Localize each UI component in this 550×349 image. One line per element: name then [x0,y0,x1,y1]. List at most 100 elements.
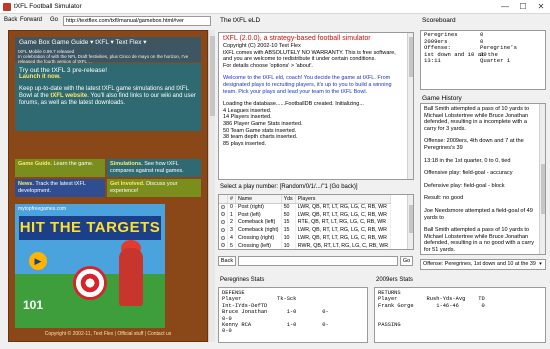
stats-line: PASSING [378,322,401,329]
radio-button[interactable] [221,227,225,232]
peregrines-stats[interactable]: DEFENSE Player Tk-Sck Int-IYds-DefTD Bruce … [218,287,368,343]
back-play-button[interactable]: Back [218,256,236,266]
go-play-button[interactable]: Go [400,256,413,266]
app-icon [3,3,11,11]
game-history[interactable]: Ball Smith attempted a pass of 10 yards … [420,103,546,255]
play-players: LWR, QB, RT, LT, RG, LG, C, RB, WR [295,210,392,219]
url-field[interactable]: http://textflex.com/txfl/manual/gamebox.… [63,16,211,26]
play-name: Comeback (right) [235,226,282,235]
ad-banner[interactable]: mytopfreegames.com HIT THE TARGETS ▶ 101 [15,204,165,328]
play-number: 5 [227,241,236,249]
history-scrollbar-thumb[interactable] [541,164,545,214]
txfl-scrollbar[interactable] [407,33,413,179]
ers-stats[interactable]: RETURNS Player Rush-Yds-Avg TD Frank Gorge… [374,287,546,343]
radio-button[interactable] [221,212,225,217]
radio-button[interactable] [221,235,225,240]
target-icon [73,266,107,300]
play-select-label: Select a play number: [Random/0/1/.../"1… [220,184,358,190]
forward-button[interactable]: Forward [20,17,42,23]
play-row[interactable]: 4 Crossing (right) 10 LWR, QB, RT, LT, RG, … [219,234,392,242]
web-scrollbar[interactable] [208,30,215,342]
col-header: Name [235,195,282,204]
go-button[interactable]: Go [50,17,58,23]
log-line: 14 Players inserted. [223,114,272,121]
play-number: 2 [227,218,236,227]
play-yards: 15 [281,226,296,235]
radio-button[interactable] [221,243,225,248]
stats-dropdown[interactable]: Offense: Peregrines, 1st down and 10 at … [420,259,546,270]
play-radio-cell[interactable] [219,218,228,227]
txfl-output-text: tXFL (2.0.0), a strategy-based football … [223,35,403,147]
log-line: 50 Team Game stats inserted. [223,127,297,134]
history-entry: Offense: 2009ers, 4th down and 7 at the … [424,138,524,151]
txfl-warranty: tXFL comes with ABSOLUTELY NO WARRANTY. … [223,49,396,63]
play-name: Post (left) [235,210,282,219]
play-row[interactable]: 0 Post (right) 50 LWR, QB, RT, LT, RG, LG, … [219,203,392,211]
stats-dropdown-value: Offense: Peregrines, 1st down and 10 at … [423,261,536,267]
play-name: Comeback (left) [235,218,282,227]
play-name: Crossing (left) [235,241,282,249]
col-header: # [227,195,236,204]
txfl-scrollbar-thumb[interactable] [409,37,413,77]
play-row[interactable]: 5 Crossing (left) 10 RWR, QB, RT, LT, RG, L… [219,241,392,249]
play-radio-cell[interactable] [219,226,228,235]
plays-scrollbar-thumb[interactable] [409,205,413,233]
chevron-down-icon[interactable]: ▾ [537,261,544,268]
history-entry: Defensive play: field-goal - block [424,182,505,189]
play-players: LWR, QB, RT, LT, RG, LG, C, RB, WR [295,226,392,235]
maximize-button[interactable]: ☐ [514,0,532,14]
play-yards: 15 [281,218,296,227]
tile-get-involved[interactable]: Get Involved. Discuss your experience! [107,179,201,197]
plays-scrollbar[interactable] [407,195,413,249]
game-history-text: Ball Smith attempted a pass of 10 yards … [424,106,538,254]
log-line: Loading the database......FootballDB cre… [223,101,364,108]
play-number: 4 [227,234,236,242]
play-players: RWR, QB, RT, LT, RG, LG, C, RB, WR [295,241,392,249]
play-input[interactable] [238,256,398,266]
radio-button[interactable] [221,204,225,209]
news-ticker: tXFL Mobile 0.99.7 released In celebrati… [15,48,201,64]
site-nav-bar[interactable]: Game Box Game Guide ▾ tXFL ▾ Text Flex ▾ [15,37,201,48]
web-scrollbar-thumb[interactable] [210,36,215,116]
website-link[interactable]: tXFL website [50,93,87,99]
window-title: tXFL Football Simulator [14,3,82,10]
radio-button[interactable] [221,220,225,225]
txfl-output[interactable]: tXFL (2.0.0), a strategy-based football … [218,32,414,180]
promo-box: Try out the tXFL 3 pre-release! Launch i… [15,63,201,131]
play-yards: 50 [281,203,296,211]
play-radio-cell[interactable] [219,241,228,249]
tile-game-guide[interactable]: Game Guide. Learn the game. [15,159,105,177]
play-row[interactable]: 2 Comeback (left) 15 RTE, QB, RT, LT, RG, L… [219,218,392,227]
player-figure [119,248,143,306]
plays-table: # Name Yds Players 0 Post (right) 50 LWR, QB, … [218,194,414,250]
play-row[interactable]: 3 Comeback (right) 15 LWR, QB, RT, LT, RG, … [219,226,392,235]
play-number: 1 [227,210,236,219]
col-select [219,195,228,204]
play-radio-cell[interactable] [219,203,228,211]
play-yards: 50 [281,210,296,219]
play-yards: 10 [281,241,296,249]
txfl-welcome: Welcome to the tXFL eld, coach! You deci… [223,75,392,95]
play-players: RTE, QB, RT, LT, RG, LG, C, RB, WR [295,218,392,227]
txfl-heading: tXFL (2.0.0), a strategy-based football … [223,35,371,42]
log-line: 38 team depth charts inserted. [223,134,298,141]
tile-news[interactable]: News. Track the latest tXFL development. [15,179,105,197]
play-radio-cell[interactable] [219,234,228,242]
tile-simulations[interactable]: Simulations. See how tXFL compares again… [107,159,201,177]
play-radio-cell[interactable] [219,210,228,219]
play-row[interactable]: 1 Post (left) 50 LWR, QB, RT, LT, RG, LG, C… [219,210,392,219]
history-scrollbar[interactable] [539,104,545,254]
play-number: 3 [227,226,236,235]
col-header: Players [295,195,392,204]
minimize-button[interactable]: — [496,0,514,14]
web-footer[interactable]: Copyright © 2002-11, Text Flex | Officia… [15,331,201,337]
promo-body: Keep up-to-date with the latest tXFL gam… [19,86,196,106]
peregrines-stats-title: Peregrines Stats [220,277,265,283]
promo-heading: Try out the tXFL 3 pre-release! [19,67,108,74]
back-button[interactable]: Back [4,17,17,23]
play-icon[interactable]: ▶ [29,252,47,270]
scoreboard-row: 13:11 Quarter 1 [424,57,542,65]
history-entry: Result: no good [424,195,464,202]
launch-link[interactable]: Launch it now. [19,74,197,81]
close-button[interactable]: ✕ [532,0,550,14]
